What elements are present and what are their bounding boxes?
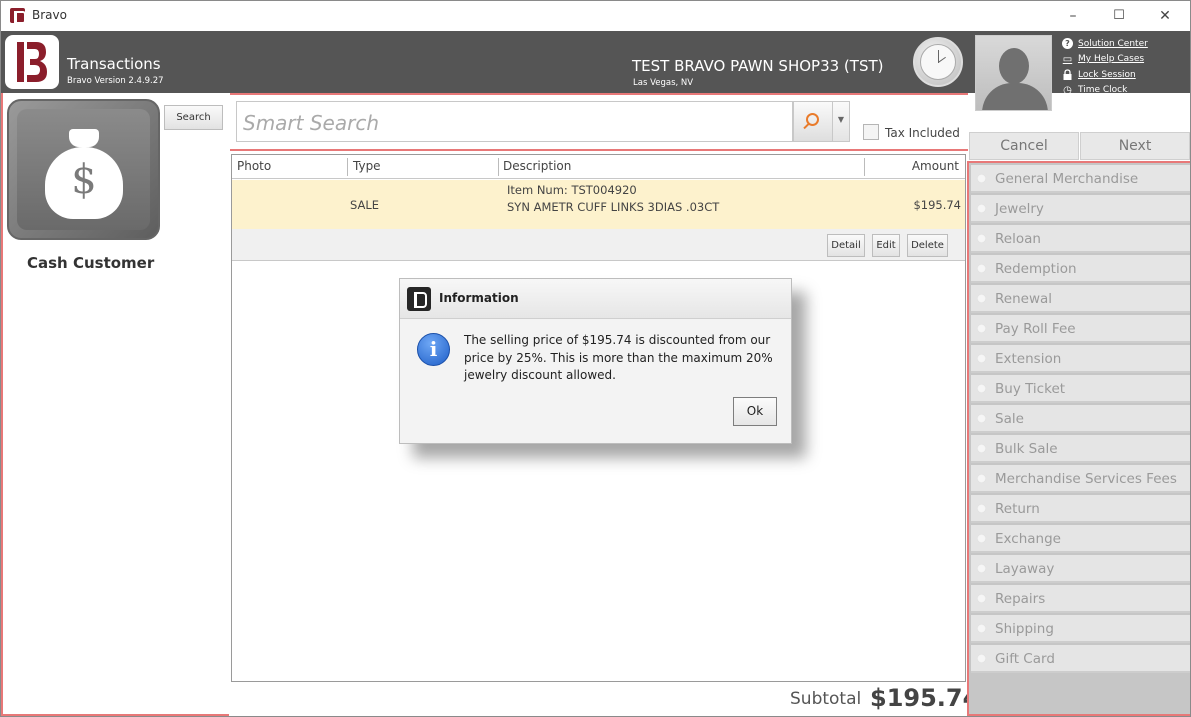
row-description: SYN AMETR CUFF LINKS 3DIAS .03CT bbox=[507, 200, 720, 214]
txn-sale[interactable]: Sale bbox=[971, 405, 1190, 433]
dialog-header: Information bbox=[400, 279, 791, 319]
dialog-title: Information bbox=[439, 291, 519, 305]
help-links: ? Solution Center ▭ My Help Cases Lock S… bbox=[1062, 36, 1148, 98]
info-icon: i bbox=[417, 333, 450, 366]
column-description: Description bbox=[503, 159, 572, 173]
txn-renewal[interactable]: Renewal bbox=[971, 285, 1190, 313]
column-photo: Photo bbox=[237, 159, 272, 173]
my-help-cases-link[interactable]: ▭ My Help Cases bbox=[1062, 52, 1148, 68]
next-button[interactable]: Next bbox=[1080, 132, 1190, 160]
txn-merchandise-services-fees[interactable]: Merchandise Services Fees bbox=[971, 465, 1190, 493]
bravo-logo bbox=[5, 35, 59, 89]
help-circle-icon: ? bbox=[1062, 38, 1073, 50]
customer-name: Cash Customer bbox=[27, 254, 155, 272]
window-title: Bravo bbox=[32, 8, 67, 22]
txn-jewelry[interactable]: Jewelry bbox=[971, 195, 1190, 223]
column-type: Type bbox=[353, 159, 381, 173]
txn-layaway[interactable]: Layaway bbox=[971, 555, 1190, 583]
search-button[interactable] bbox=[793, 101, 833, 142]
txn-redemption[interactable]: Redemption bbox=[971, 255, 1190, 283]
title-bar: Bravo – ☐ ✕ bbox=[1, 1, 1190, 31]
delete-button[interactable]: Delete bbox=[907, 234, 948, 257]
dialog-message: The selling price of $195.74 is discount… bbox=[464, 333, 773, 382]
user-initials: SLA bbox=[1005, 116, 1026, 129]
ok-button[interactable]: Ok bbox=[733, 397, 777, 426]
txn-general-merchandise[interactable]: General Merchandise bbox=[971, 165, 1190, 193]
maximize-button[interactable]: ☐ bbox=[1096, 1, 1142, 31]
txn-shipping[interactable]: Shipping bbox=[971, 615, 1190, 643]
bravo-app-icon bbox=[10, 8, 26, 24]
table-header: Photo Type Description Amount bbox=[232, 155, 965, 179]
information-dialog: Information i The selling price of $195.… bbox=[399, 278, 792, 444]
store-location: Las Vegas, NV bbox=[633, 78, 694, 88]
customer-search-button[interactable]: Search bbox=[164, 105, 223, 130]
lock-icon bbox=[1062, 69, 1073, 81]
table-row[interactable]: SALE Item Num: TST004920 SYN AMETR CUFF … bbox=[232, 180, 965, 229]
txn-extension[interactable]: Extension bbox=[971, 345, 1190, 373]
column-amount: Amount bbox=[911, 159, 959, 173]
subtotal-value: $195.74 bbox=[870, 684, 980, 712]
clock-icon: ◷ bbox=[1063, 84, 1072, 96]
customer-panel: $ Search Cash Customer bbox=[1, 93, 229, 716]
txn-exchange[interactable]: Exchange bbox=[971, 525, 1190, 553]
row-item-num: Item Num: TST004920 bbox=[507, 183, 637, 197]
bravo-b-logo-icon bbox=[17, 42, 47, 82]
subtotal-label: Subtotal bbox=[790, 689, 862, 709]
time-clock-link[interactable]: ◷ Time Clock bbox=[1062, 83, 1148, 99]
row-actions: Detail Edit Delete bbox=[232, 229, 965, 261]
txn-bulk-sale[interactable]: Bulk Sale bbox=[971, 435, 1190, 463]
bravo-dialog-icon bbox=[407, 287, 431, 311]
clock-icon bbox=[913, 37, 963, 87]
row-type: SALE bbox=[350, 198, 380, 212]
search-dropdown-button[interactable]: ▼ bbox=[833, 101, 850, 142]
money-bag-icon: $ bbox=[7, 99, 160, 240]
txn-buy-ticket[interactable]: Buy Ticket bbox=[971, 375, 1190, 403]
edit-button[interactable]: Edit bbox=[872, 234, 900, 257]
txn-pay-roll-fee[interactable]: Pay Roll Fee bbox=[971, 315, 1190, 343]
smart-search-input[interactable]: Smart Search bbox=[236, 101, 793, 142]
detail-button[interactable]: Detail bbox=[827, 234, 865, 257]
transaction-type-list: General Merchandise Jewelry Reloan Redem… bbox=[967, 161, 1190, 716]
tax-included-checkbox[interactable] bbox=[863, 124, 879, 140]
txn-return[interactable]: Return bbox=[971, 495, 1190, 523]
txn-gift-card[interactable]: Gift Card bbox=[971, 645, 1190, 673]
txn-reloan[interactable]: Reloan bbox=[971, 225, 1190, 253]
folder-icon: ▭ bbox=[1062, 53, 1073, 65]
close-button[interactable]: ✕ bbox=[1142, 1, 1188, 31]
txn-repairs[interactable]: Repairs bbox=[971, 585, 1190, 613]
cancel-button[interactable]: Cancel bbox=[969, 132, 1079, 160]
row-amount: $195.74 bbox=[913, 198, 961, 212]
user-avatar bbox=[975, 35, 1052, 111]
minimize-button[interactable]: – bbox=[1050, 1, 1096, 31]
solution-center-link[interactable]: ? Solution Center bbox=[1062, 36, 1148, 52]
store-name: TEST BRAVO PAWN SHOP33 (TST) bbox=[632, 57, 884, 75]
app-window: Bravo – ☐ ✕ Transactions Bravo Version 2… bbox=[0, 0, 1191, 717]
lock-session-link[interactable]: Lock Session bbox=[1062, 67, 1148, 83]
version-label: Bravo Version 2.4.9.27 bbox=[67, 76, 164, 86]
page-title: Transactions bbox=[67, 55, 161, 73]
tax-included-label: Tax Included bbox=[885, 126, 960, 140]
